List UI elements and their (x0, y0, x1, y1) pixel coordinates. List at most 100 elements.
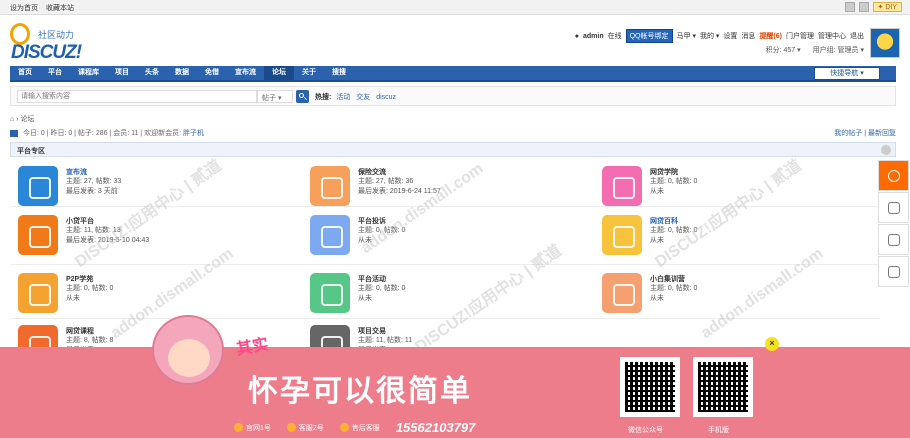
contact-item[interactable]: 官网1号 (234, 423, 271, 433)
forum-topics: 主题: 0, 帖数: 0 (650, 178, 698, 185)
home-icon[interactable]: ⌂ (10, 116, 14, 123)
hot-item[interactable]: discuz (376, 94, 396, 101)
accessibility-icon[interactable] (844, 2, 855, 12)
breadcrumb-forum[interactable]: 论坛 (20, 116, 34, 123)
forum-icon[interactable] (602, 215, 642, 255)
forum-meta: 主题: 0, 帖数: 0 从未 (358, 284, 405, 304)
forum-topics: 主题: 0, 帖数: 0 (66, 285, 114, 292)
admin-center-link[interactable]: 管理中心 (818, 31, 846, 41)
remind-link[interactable]: 提醒(6) (759, 31, 782, 41)
forum-name[interactable]: 网贷百科 (650, 216, 678, 226)
search-button[interactable] (296, 90, 309, 103)
zone-title[interactable]: 平台专区 (17, 148, 45, 155)
forum-icon[interactable] (18, 166, 58, 206)
forum-name[interactable]: 项目交易 (358, 326, 386, 336)
search-scope-select[interactable]: 帖子 ▾ (257, 90, 293, 103)
mobile-icon[interactable] (858, 2, 869, 12)
forum-item[interactable]: 小白集训营 主题: 0, 帖数: 0 从未 (598, 270, 888, 316)
forum-icon[interactable] (18, 215, 58, 255)
forum-name[interactable]: 宣布流 (66, 167, 87, 177)
stats-links: 我的帖子 | 最新回复 (834, 130, 896, 137)
forum-icon[interactable] (310, 166, 350, 206)
forum-icon[interactable] (310, 273, 350, 313)
nav-item[interactable]: 搜搜 (324, 66, 354, 80)
edit-icon (888, 202, 900, 214)
forum-item[interactable]: 网贷学院 主题: 0, 帖数: 0 从未 (598, 163, 888, 209)
logout-link[interactable]: 退出 (850, 31, 864, 41)
my-posts-link[interactable]: 我的帖子 (834, 130, 862, 137)
online-status[interactable]: 在线 (608, 31, 622, 41)
ad-banner[interactable]: 其实 怀孕可以很简单 官网1号 客服2号 售后客服 15562103797 微信… (0, 315, 910, 438)
contact-label: 售后客服 (351, 424, 380, 432)
contact-item[interactable]: 售后客服 (339, 423, 380, 433)
forum-last-post: 从未 (650, 188, 664, 195)
username-link[interactable]: admin (583, 33, 604, 40)
qrcode-pattern (625, 362, 675, 412)
forum-name[interactable]: P2P学苑 (66, 274, 93, 284)
collapse-icon[interactable] (881, 145, 891, 155)
forum-item[interactable]: 小贷平台 主题: 11, 帖数: 13 最后发表: 2019-5-10 04:43 (14, 212, 304, 258)
nav-item[interactable]: 课程库 (70, 66, 107, 80)
message-link[interactable]: 消息 (741, 31, 755, 41)
forum-topics: 主题: 0, 帖数: 0 (650, 227, 698, 234)
forum-topics: 主题: 11, 帖数: 13 (66, 227, 121, 234)
nav-item[interactable]: 论坛 (264, 66, 294, 80)
side-phone-button[interactable] (878, 224, 909, 255)
forum-item[interactable]: 平台投诉 主题: 0, 帖数: 0 从未 (306, 212, 596, 258)
forum-icon[interactable] (310, 215, 350, 255)
bookmark-link[interactable]: 收藏本站 (46, 5, 74, 12)
forum-name[interactable]: 小贷平台 (66, 216, 94, 226)
newest-member-link[interactable]: 胖子机 (183, 130, 204, 137)
portal-admin-link[interactable]: 门户管理 (786, 31, 814, 41)
latest-reply-link[interactable]: 最新回复 (868, 130, 896, 137)
forum-name[interactable]: 平台活动 (358, 274, 386, 284)
side-qrcode-button[interactable] (878, 256, 909, 287)
nav-item[interactable]: 项目 (107, 66, 137, 80)
forum-name[interactable]: 保险交流 (358, 167, 386, 177)
forum-name[interactable]: 网贷课程 (66, 326, 94, 336)
nav-item[interactable]: 头条 (137, 66, 167, 80)
mobile-qrcode (693, 357, 753, 417)
vest-link[interactable]: 马甲 ▾ (677, 31, 696, 41)
hot-searches: 热搜: 活动 交友 discuz (315, 92, 400, 102)
side-edit-button[interactable] (878, 192, 909, 223)
forum-name[interactable]: 小白集训营 (650, 274, 685, 284)
contact-item[interactable]: 客服2号 (286, 423, 324, 433)
stats-text: 今日: 0 | 昨日: 0 | 帖子: 286 | 会员: 11 | 欢迎新会员… (22, 130, 182, 137)
forum-icon[interactable] (602, 166, 642, 206)
qq-bind-button[interactable]: QQ帐号绑定 (625, 29, 673, 43)
forum-item[interactable]: P2P学苑 主题: 0, 帖数: 0 从未 (14, 270, 304, 316)
forum-name[interactable]: 网贷学院 (650, 167, 678, 177)
settings-link[interactable]: 设置 (723, 31, 737, 41)
site-logo[interactable]: 社区动力 DISCUZ! (10, 23, 100, 67)
my-link[interactable]: 我的 ▾ (700, 31, 719, 41)
side-service-button[interactable] (878, 160, 909, 191)
forum-item[interactable]: 网贷百科 主题: 0, 帖数: 0 从未 (598, 212, 888, 258)
nav-item[interactable]: 平台 (40, 66, 70, 80)
hot-item[interactable]: 交友 (356, 94, 370, 101)
forum-icon[interactable] (18, 273, 58, 313)
nav-item[interactable]: 首页 (10, 66, 40, 80)
nav-item[interactable]: 宣布流 (227, 66, 264, 80)
row-divider (10, 264, 880, 265)
avatar[interactable] (870, 28, 900, 58)
hot-item[interactable]: 活动 (336, 94, 350, 101)
forum-meta: 主题: 0, 帖数: 0 从未 (358, 226, 405, 246)
ad-close-button[interactable]: × (765, 337, 779, 351)
nav-item[interactable]: 免借 (197, 66, 227, 80)
diy-button[interactable]: ✦ DIY (872, 2, 902, 12)
forum-item[interactable]: 保险交流 主题: 27, 帖数: 36 最后发表: 2019-6-24 11:57 (306, 163, 596, 209)
forum-item[interactable]: 宣布流 主题: 27, 帖数: 33 最后发表: 3 天前 (14, 163, 304, 209)
nav-item[interactable]: 关于 (294, 66, 324, 80)
points-link[interactable]: 积分: 457 ▾ (766, 45, 801, 55)
forum-name[interactable]: 平台投诉 (358, 216, 386, 226)
set-home-link[interactable]: 设为首页 (10, 5, 38, 12)
forum-item[interactable]: 平台活动 主题: 0, 帖数: 0 从未 (306, 270, 596, 316)
phone-icon (888, 234, 900, 246)
quick-nav-button[interactable]: 快捷导航 ▾ (814, 67, 880, 80)
forum-icon[interactable] (602, 273, 642, 313)
user-group-link[interactable]: 用户组: 管理员 ▾ (813, 45, 864, 55)
nav-item[interactable]: 数据 (167, 66, 197, 80)
qrcode-icon (888, 266, 900, 278)
search-input[interactable] (17, 90, 257, 103)
